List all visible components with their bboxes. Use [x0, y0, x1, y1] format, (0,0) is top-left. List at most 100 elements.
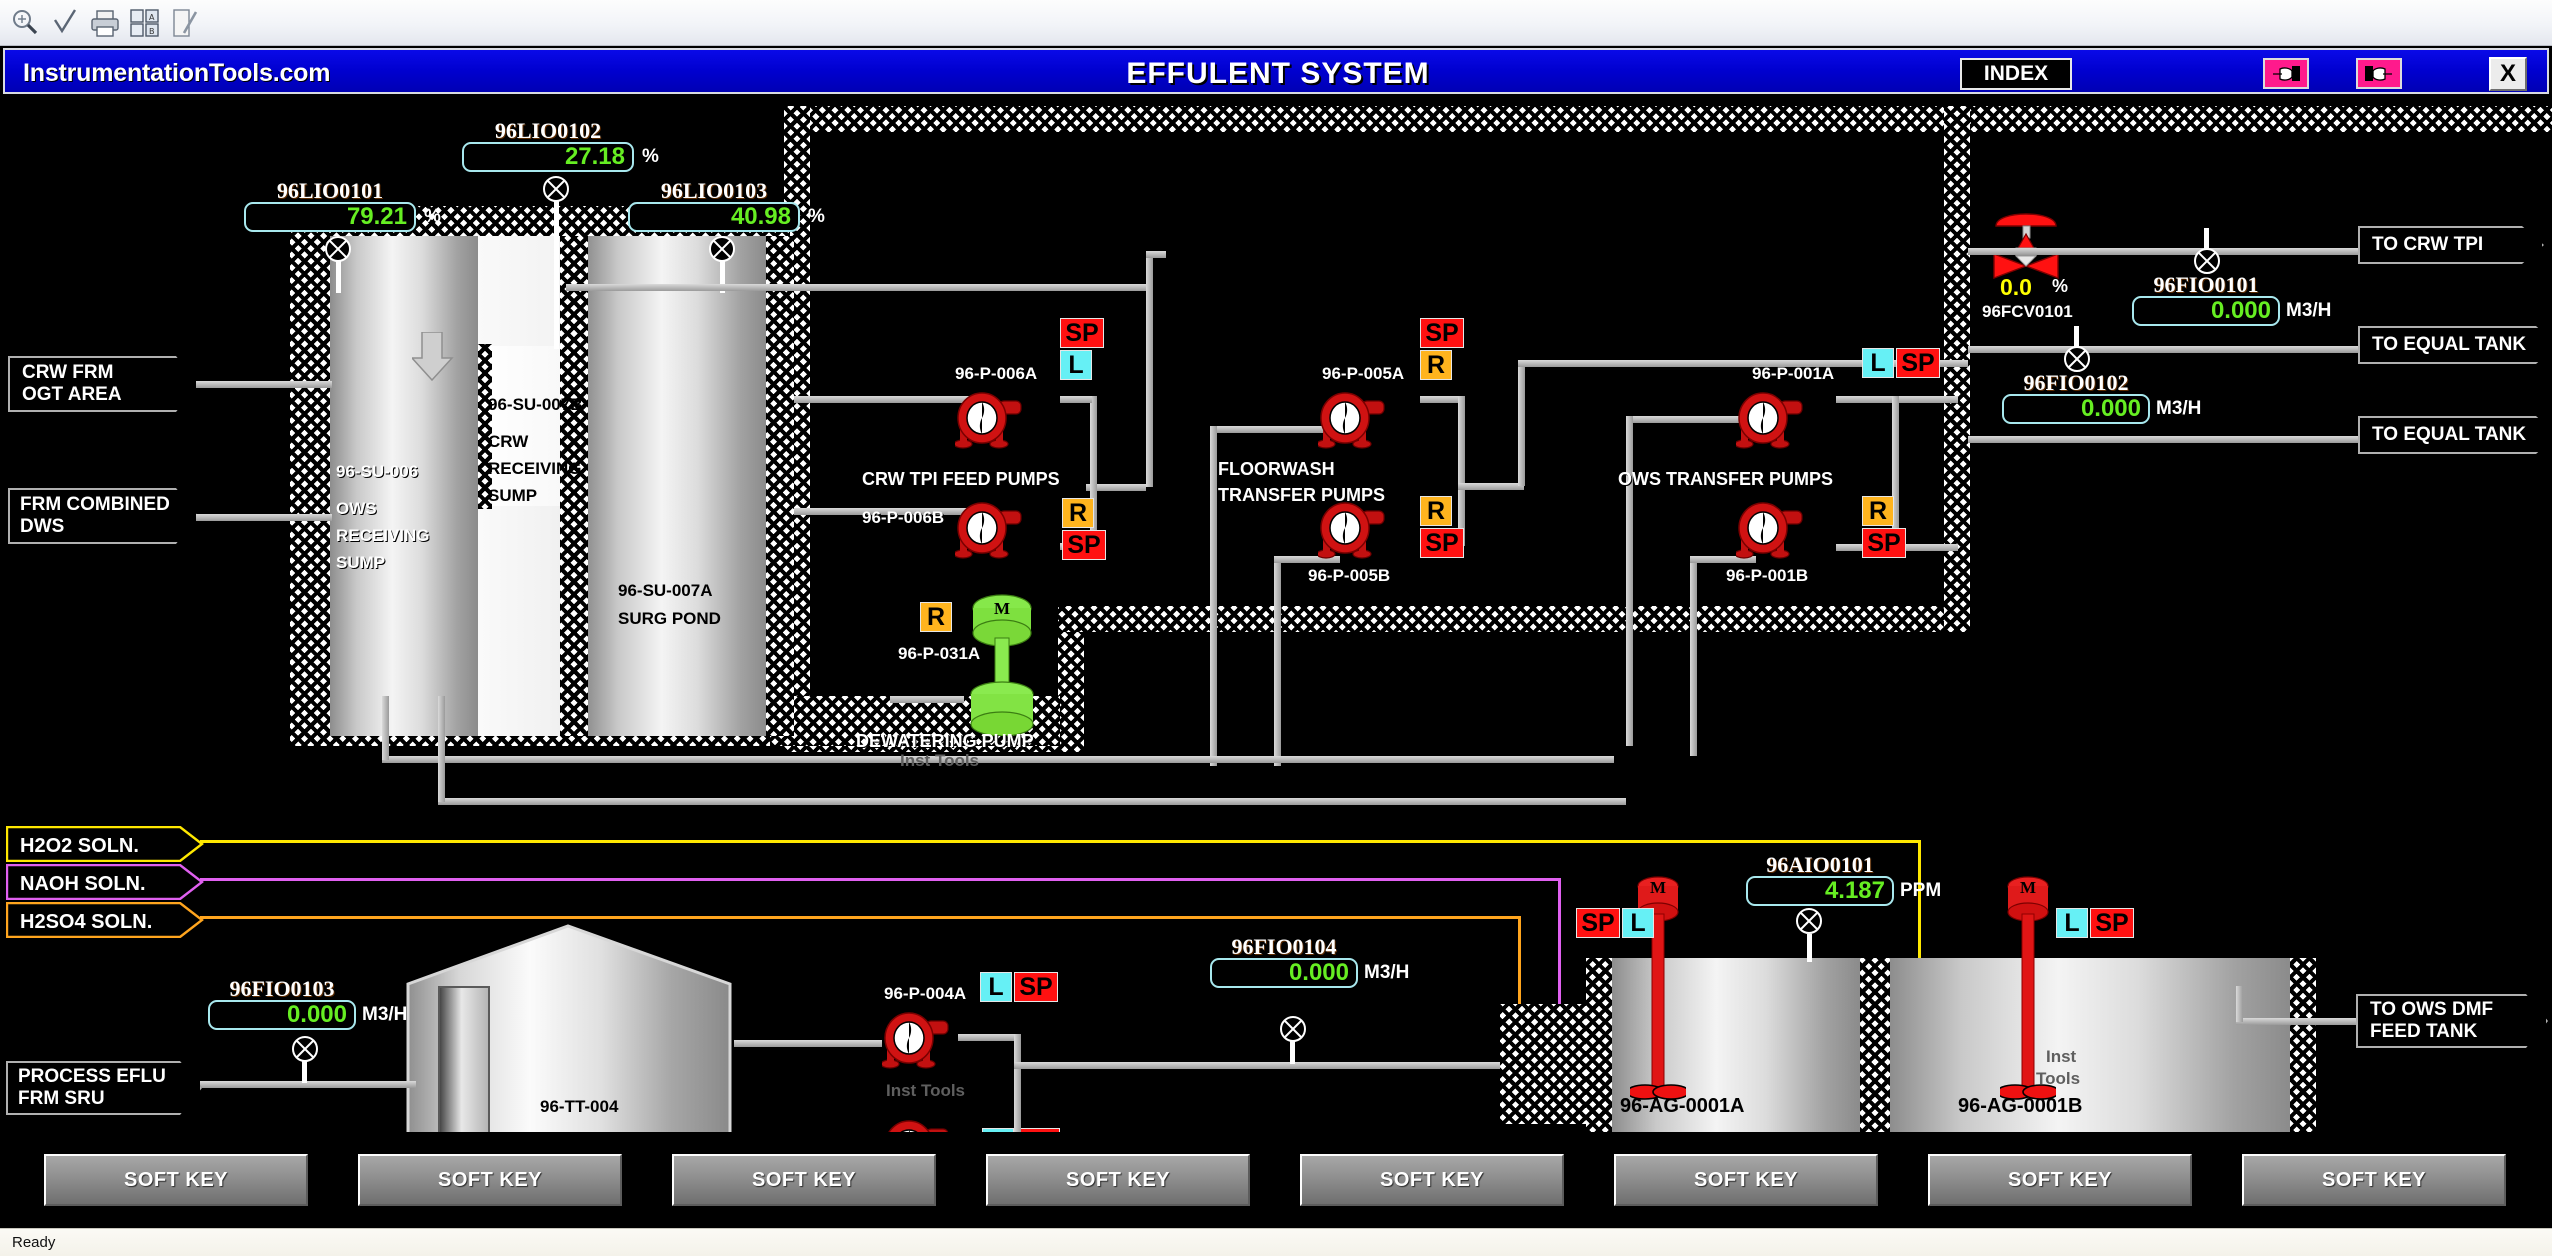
- inlet-frm-combined-dws[interactable]: FRM COMBINED DWS: [8, 488, 198, 544]
- pipe-005a-out: [1420, 396, 1460, 403]
- pump-96-p-005a[interactable]: [1316, 388, 1396, 458]
- softkey-2[interactable]: SOFT KEY: [358, 1154, 622, 1206]
- mixing-tank-wall-right-outer: [2290, 958, 2316, 1132]
- chip-96-p-006a-sp[interactable]: SP: [1060, 318, 1104, 348]
- instrument-bubble-96fio0103[interactable]: [292, 1036, 318, 1062]
- inlet-crw-frm-ogt-area[interactable]: CRW FRM OGT AREA: [8, 356, 198, 412]
- watermark-pumps: Inst Tools: [886, 1081, 966, 1100]
- chip-96-p-006b-r[interactable]: R: [1062, 498, 1094, 528]
- chip-96-p-005a-r[interactable]: R: [1420, 350, 1452, 380]
- dewatering-pump-glyph[interactable]: M: [962, 586, 1042, 736]
- pipe-return-2-up: [438, 696, 445, 802]
- tank-96-su-007a[interactable]: [586, 236, 766, 736]
- chip-96-p-005a-sp[interactable]: SP: [1420, 318, 1464, 348]
- outlet-to-ows-dmf-feed-tank[interactable]: TO OWS DMF FEED TANK: [2356, 994, 2548, 1048]
- chem-banner-h2o2[interactable]: H2O2 SOLN.: [6, 826, 204, 862]
- instrument-bubble-96lio0102[interactable]: [543, 176, 569, 202]
- chip-96-p-004a-sp[interactable]: SP: [1014, 972, 1058, 1002]
- softkey-1[interactable]: SOFT KEY: [44, 1154, 308, 1206]
- inlet-process-eflu-frm-sru[interactable]: PROCESS EFLU FRM SRU: [6, 1061, 202, 1115]
- softkey-4[interactable]: SOFT KEY: [986, 1154, 1250, 1206]
- outlet-label: TO EQUAL TANK: [2372, 334, 2527, 355]
- chip-96-p-001b-sp[interactable]: SP: [1862, 528, 1906, 558]
- chip-96-p-001b-r[interactable]: R: [1862, 496, 1894, 526]
- pump-96-p-001b[interactable]: [1734, 498, 1814, 568]
- outlet-to-crw-tpi[interactable]: TO CRW TPI: [2358, 226, 2544, 264]
- check-icon[interactable]: [48, 6, 82, 40]
- print-icon[interactable]: [88, 6, 122, 40]
- chip-96-p-001a-sp[interactable]: SP: [1896, 348, 1940, 378]
- pipe-001-down: [1626, 416, 1633, 746]
- chip-96-p-006a-l[interactable]: L: [1060, 350, 1092, 380]
- pipe-dewatering: [890, 696, 964, 703]
- status-text: Ready: [12, 1234, 56, 1251]
- vessel-desc-96-su-007a-1: SURG POND: [618, 609, 721, 628]
- chip-96-p-006b-sp[interactable]: SP: [1062, 530, 1106, 560]
- sump-inner-wall: [560, 236, 588, 736]
- mixing-tank-wall-mid: [1860, 958, 1890, 1132]
- chip-96-p-004b-l[interactable]: L: [982, 1128, 1014, 1132]
- compare-icon[interactable]: A B: [128, 6, 162, 40]
- hand-left-icon[interactable]: [2263, 58, 2309, 89]
- pump-96-p-005b[interactable]: [1316, 498, 1396, 568]
- indicator-value: 0.000: [2080, 395, 2141, 422]
- svg-text:M: M: [1650, 878, 1666, 897]
- instrument-bubble-96fio0101[interactable]: [2194, 248, 2220, 274]
- pump-96-p-006b[interactable]: [953, 498, 1033, 568]
- chip-96-ag-0001a-sp[interactable]: SP: [1576, 908, 1620, 938]
- chip-96-ag-0001b-l[interactable]: L: [2056, 908, 2088, 938]
- pump-96-p-001a[interactable]: [1734, 388, 1814, 458]
- close-button[interactable]: X: [2489, 57, 2527, 91]
- softkey-3[interactable]: SOFT KEY: [672, 1154, 936, 1206]
- chip-96-ag-0001a-l[interactable]: L: [1622, 908, 1654, 938]
- pump-tag-96-p-004a: 96-P-004A: [884, 984, 967, 1003]
- instrument-bubble-96aio0101[interactable]: [1796, 908, 1822, 934]
- pump-96-p-006a[interactable]: [953, 388, 1033, 458]
- tank-96-su-006[interactable]: [330, 236, 478, 736]
- pipe-006a-out: [1060, 396, 1092, 403]
- chem-banner-h2so4[interactable]: H2SO4 SOLN.: [6, 902, 204, 938]
- indicator-value: 4.187: [1824, 877, 1885, 904]
- chip-96-p-005b-r[interactable]: R: [1420, 496, 1452, 526]
- svg-text:A: A: [149, 13, 155, 22]
- index-button[interactable]: INDEX: [1960, 58, 2072, 90]
- indicator-name: 96FIO0101: [2153, 272, 2259, 297]
- mixing-tank-wall-left-outer: [1586, 958, 1612, 1132]
- pipe-naoh: [200, 878, 1560, 881]
- tank-96-ag-0001b[interactable]: [1890, 958, 2290, 1132]
- vessel-tag-96-su-006: 96-SU-006: [336, 462, 419, 481]
- indicator-name: 96FIO0102: [2023, 370, 2129, 395]
- chip-96-p-031a-r[interactable]: R: [920, 602, 952, 632]
- outlet-to-equal-tank-2[interactable]: TO EQUAL TANK: [2358, 416, 2552, 454]
- chip-96-p-004a-l[interactable]: L: [980, 972, 1012, 1002]
- pipe-fio0103: [200, 1081, 416, 1088]
- outlet-to-equal-tank-1[interactable]: TO EQUAL TANK: [2358, 326, 2552, 364]
- softkey-7[interactable]: SOFT KEY: [1928, 1154, 2192, 1206]
- indicator-name: 96LIO0103: [660, 178, 768, 203]
- softkey-8[interactable]: SOFT KEY: [2242, 1154, 2506, 1206]
- instrument-bubble-96fio0102[interactable]: [2064, 346, 2090, 372]
- softkey-6[interactable]: SOFT KEY: [1614, 1154, 1878, 1206]
- chip-96-ag-0001b-sp[interactable]: SP: [2090, 908, 2134, 938]
- edit-icon[interactable]: [168, 6, 202, 40]
- agitator-96-ag-0001b[interactable]: M: [2000, 874, 2056, 1132]
- hand-right-icon[interactable]: [2356, 58, 2402, 89]
- chip-96-p-004b-sp[interactable]: SP: [1016, 1128, 1060, 1132]
- vessel-desc-96-su-006-1: OWS: [336, 499, 377, 518]
- chip-96-p-005b-sp[interactable]: SP: [1420, 528, 1464, 558]
- pump-group-label-ows: OWS TRANSFER PUMPS: [1618, 469, 1834, 489]
- zoom-icon[interactable]: [8, 6, 42, 40]
- pump-96-p-004a[interactable]: [880, 1008, 960, 1078]
- status-bar: Ready: [0, 1228, 2552, 1256]
- chem-banner-naoh[interactable]: NAOH SOLN.: [6, 864, 204, 900]
- page-title: EFFULENT SYSTEM: [1126, 57, 1430, 90]
- instrument-bubble-96lio0101[interactable]: [325, 236, 351, 262]
- control-valve-96fcv0101[interactable]: [1984, 204, 2070, 280]
- pipe-to-ows-dmf: [2236, 1018, 2360, 1025]
- instrument-bubble-96fio0104[interactable]: [1280, 1016, 1306, 1042]
- softkey-label: SOFT KEY: [2321, 1168, 2426, 1191]
- pump-96-p-004b[interactable]: [882, 1116, 960, 1132]
- instrument-bubble-96lio0103[interactable]: [709, 236, 735, 262]
- softkey-5[interactable]: SOFT KEY: [1300, 1154, 1564, 1206]
- chip-96-p-001a-l[interactable]: L: [1862, 348, 1894, 378]
